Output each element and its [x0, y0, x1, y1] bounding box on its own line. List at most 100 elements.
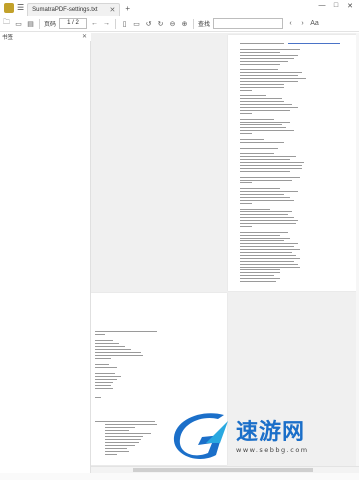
- find-label: 查找: [198, 22, 211, 28]
- next-page-icon[interactable]: →: [102, 20, 111, 27]
- title-bar: ☰ SumatraPDF-settings.txt ✕ + — □ ✕: [0, 0, 359, 17]
- fit-page-icon[interactable]: ▯: [120, 20, 129, 28]
- bookmarks-header: 书签 ✕: [0, 33, 90, 41]
- window-controls: — □ ✕: [315, 2, 357, 10]
- rotate-left-icon[interactable]: ↺: [144, 20, 153, 28]
- text-line: [240, 133, 252, 135]
- fit-width-icon[interactable]: ▭: [132, 20, 141, 28]
- find-next-icon[interactable]: ›: [298, 20, 307, 27]
- text-line: [105, 439, 141, 440]
- maximize-button[interactable]: □: [329, 2, 343, 10]
- text-line: [240, 60, 288, 62]
- bookmarks-sidebar[interactable]: [0, 41, 91, 476]
- text-line: [240, 72, 302, 74]
- text-line: [240, 69, 278, 71]
- text-line: [105, 436, 143, 437]
- text-line: [95, 421, 155, 422]
- text-line: [240, 75, 298, 77]
- text-line: [240, 104, 292, 106]
- text-line: [288, 43, 340, 44]
- find-prev-icon[interactable]: ‹: [286, 20, 295, 27]
- watermark: 速游网 www.sebbg.com: [172, 411, 356, 463]
- document-tab[interactable]: SumatraPDF-settings.txt ✕: [27, 2, 121, 17]
- text-line: [95, 388, 113, 389]
- text-line: [240, 159, 290, 161]
- rotate-right-icon[interactable]: ↻: [156, 20, 165, 28]
- text-line: [240, 254, 296, 256]
- text-line: [105, 424, 157, 425]
- text-line: [95, 373, 115, 374]
- text-line: [240, 83, 284, 85]
- text-line: [240, 234, 280, 236]
- text-line: [240, 278, 280, 280]
- text-line: [240, 98, 282, 100]
- sumatra-app-icon[interactable]: [4, 3, 14, 13]
- text-line: [240, 107, 298, 108]
- text-line: [240, 263, 298, 265]
- match-case-icon[interactable]: Aa: [310, 20, 319, 27]
- text-line: [240, 112, 252, 114]
- text-line: [240, 252, 292, 253]
- text-line: [240, 167, 302, 169]
- watermark-url: www.sebbg.com: [236, 445, 309, 454]
- text-line: [240, 176, 300, 178]
- close-button[interactable]: ✕: [343, 2, 357, 10]
- zoom-out-icon[interactable]: ⊖: [168, 20, 177, 28]
- new-tab-icon[interactable]: +: [125, 4, 130, 13]
- text-line: [95, 355, 143, 356]
- text-line: [240, 249, 300, 251]
- tab-strip: ☰ SumatraPDF-settings.txt ✕ +: [0, 0, 130, 17]
- text-line: [240, 281, 276, 282]
- text-line: [240, 188, 280, 190]
- text-line: [240, 118, 274, 120]
- horizontal-scroll-thumb[interactable]: [133, 468, 313, 472]
- text-line: [240, 199, 294, 201]
- hamburger-menu-icon[interactable]: ☰: [17, 3, 24, 13]
- text-line: [240, 217, 294, 219]
- print-icon[interactable]: ▤: [26, 20, 35, 28]
- text-line: [240, 156, 296, 158]
- document-canvas[interactable]: [91, 33, 359, 466]
- text-line: [240, 194, 284, 195]
- text-line: [240, 109, 290, 111]
- text-line: [240, 225, 252, 227]
- text-line: [240, 101, 284, 103]
- text-line: [95, 376, 121, 377]
- prev-page-icon[interactable]: ←: [90, 20, 99, 27]
- text-line: [240, 51, 280, 53]
- find-input[interactable]: [213, 18, 284, 29]
- minimize-button[interactable]: —: [315, 2, 329, 10]
- open-icon[interactable]: 🗀: [2, 18, 11, 29]
- text-line: [240, 170, 290, 172]
- save-icon[interactable]: ▭: [14, 20, 23, 28]
- text-line: [240, 130, 294, 132]
- text-line: [240, 260, 294, 262]
- text-line: [240, 269, 280, 271]
- tab-close-icon[interactable]: ✕: [110, 6, 116, 14]
- text-line: [95, 346, 125, 347]
- text-line: [240, 121, 290, 123]
- text-line: [95, 352, 141, 353]
- text-line: [95, 358, 111, 359]
- page-number-input[interactable]: 1 / 2: [59, 18, 88, 29]
- text-line: [105, 442, 139, 443]
- text-line: [95, 379, 117, 380]
- zoom-in-icon[interactable]: ⊕: [180, 20, 189, 28]
- text-line: [240, 240, 284, 242]
- text-line: [95, 334, 105, 335]
- text-line: [240, 86, 284, 88]
- text-line: [95, 367, 117, 368]
- page-1: [228, 35, 357, 291]
- text-line: [240, 127, 286, 129]
- sidebar-close-icon[interactable]: ✕: [82, 33, 87, 40]
- horizontal-scrollbar[interactable]: [91, 466, 359, 473]
- text-line: [105, 448, 127, 449]
- text-line: [240, 220, 298, 222]
- text-line: [105, 433, 151, 434]
- toolbar-separator: [115, 18, 117, 29]
- text-line: [240, 182, 252, 184]
- text-line: [240, 43, 284, 44]
- watermark-logo-icon: [173, 413, 228, 459]
- text-line: [240, 208, 270, 210]
- text-line: [95, 397, 101, 398]
